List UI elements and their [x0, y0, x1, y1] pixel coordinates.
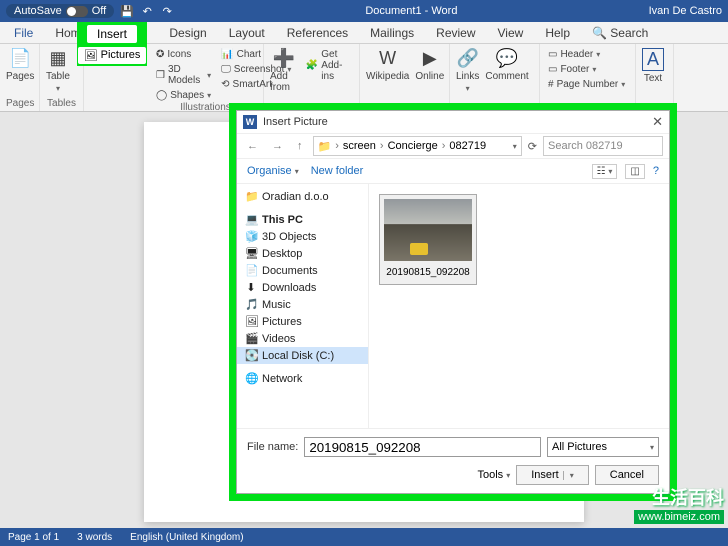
- preview-pane-button[interactable]: ◫: [625, 164, 644, 179]
- autosave-toggle[interactable]: AutoSave Off: [6, 4, 114, 18]
- textbox-button[interactable]: AText: [642, 48, 664, 84]
- tab-review[interactable]: Review: [426, 23, 485, 43]
- status-language[interactable]: English (United Kingdom): [130, 532, 243, 543]
- user-name[interactable]: Ivan De Castro: [649, 5, 722, 17]
- status-bar: Page 1 of 1 3 words English (United King…: [0, 528, 728, 546]
- shapes-button[interactable]: ◯ Shapes ▾: [154, 89, 213, 102]
- cancel-button[interactable]: Cancel: [595, 465, 659, 485]
- address-bar[interactable]: 📁 › screen › Concierge › 082719 ▾: [313, 136, 522, 156]
- thumbnail-image: [384, 199, 472, 261]
- page-number-button[interactable]: # Page Number ▾: [546, 78, 627, 91]
- status-word-count[interactable]: 3 words: [77, 532, 112, 543]
- autosave-label: AutoSave: [14, 5, 62, 17]
- autosave-state: Off: [92, 5, 106, 17]
- pages-button[interactable]: 📄Pages: [6, 48, 34, 82]
- 3d-models-button[interactable]: ❒ 3D Models ▾: [154, 63, 213, 87]
- search-input[interactable]: Search 082719: [543, 136, 663, 156]
- pictures-label: Pictures: [101, 49, 141, 61]
- instruction-highlight: Insert 🖼 Pictures: [77, 22, 147, 66]
- highlighted-pictures-button[interactable]: 🖼 Pictures: [78, 47, 147, 64]
- tab-view[interactable]: View: [488, 23, 534, 43]
- crumb-082719[interactable]: 082719: [449, 140, 486, 152]
- nav-item-network[interactable]: 🌐Network: [237, 370, 368, 387]
- tab-references[interactable]: References: [277, 23, 358, 43]
- dialog-highlight-border: W Insert Picture ✕ ← → ↑ 📁 › screen › Co…: [229, 103, 677, 501]
- search-label: Search: [610, 26, 648, 40]
- nav-item-downloads[interactable]: ⬇Downloads: [237, 279, 368, 296]
- get-addins-button[interactable]: 🧩 Get Add-ins: [304, 48, 353, 83]
- help-icon[interactable]: ?: [653, 165, 659, 177]
- navigation-pane: 📁Oradian d.o.o 💻This PC 🧊3D Objects 🖥Des…: [237, 184, 369, 428]
- nav-item-desktop[interactable]: 🖥Desktop: [237, 245, 368, 262]
- nav-item-this-pc[interactable]: 💻This PC: [237, 211, 368, 228]
- window-title: Document1 - Word: [174, 5, 648, 17]
- dialog-title: Insert Picture: [263, 116, 328, 128]
- redo-icon[interactable]: ↷: [160, 4, 174, 18]
- nav-item-pictures[interactable]: 🖼Pictures: [237, 313, 368, 330]
- nav-forward-icon[interactable]: →: [268, 138, 287, 154]
- file-thumbnail[interactable]: 20190815_092208: [379, 194, 477, 285]
- tab-file[interactable]: File: [4, 23, 43, 43]
- nav-item-3d-objects[interactable]: 🧊3D Objects: [237, 228, 368, 245]
- organise-menu[interactable]: Organise ▾: [247, 165, 299, 177]
- links-button[interactable]: 🔗Links▾: [456, 48, 479, 93]
- file-list[interactable]: 20190815_092208: [369, 184, 669, 428]
- close-icon[interactable]: ✕: [652, 114, 663, 130]
- status-page[interactable]: Page 1 of 1: [8, 532, 59, 543]
- nav-back-icon[interactable]: ←: [243, 138, 262, 154]
- file-filter-select[interactable]: All Pictures▾: [547, 437, 659, 457]
- tools-menu[interactable]: Tools ▾: [477, 469, 510, 481]
- nav-item-local-disk[interactable]: 💽Local Disk (C:): [237, 347, 368, 364]
- folder-icon: 📁: [318, 140, 332, 153]
- nav-item-videos[interactable]: 🎬Videos: [237, 330, 368, 347]
- watermark: 生活百科 www.bimeiz.com: [634, 484, 724, 524]
- crumb-screen[interactable]: screen: [343, 140, 376, 152]
- comment-button[interactable]: 💬Comment: [485, 48, 528, 93]
- nav-item-oradian[interactable]: 📁Oradian d.o.o: [237, 188, 368, 205]
- crumb-concierge[interactable]: Concierge: [388, 140, 438, 152]
- group-tables-label: Tables: [46, 98, 77, 109]
- tab-layout[interactable]: Layout: [219, 23, 275, 43]
- tab-help[interactable]: Help: [535, 23, 580, 43]
- new-folder-button[interactable]: New folder: [311, 165, 364, 177]
- thumbnail-caption: 20190815_092208: [380, 265, 476, 284]
- insert-button[interactable]: Insert▾: [516, 465, 589, 485]
- footer-button[interactable]: ▭ Footer ▾: [546, 63, 627, 76]
- filename-input[interactable]: [304, 437, 541, 457]
- address-dropdown-icon[interactable]: ▾: [513, 142, 517, 151]
- word-file-icon: W: [243, 115, 257, 129]
- add-from-button[interactable]: ➕Add from: [270, 48, 298, 93]
- online-video-button[interactable]: ▶Online: [415, 48, 444, 82]
- nav-item-music[interactable]: 🎵Music: [237, 296, 368, 313]
- tab-search[interactable]: 🔍 Search: [582, 23, 658, 43]
- view-mode-button[interactable]: ☷ ▾: [592, 164, 618, 179]
- watermark-text: 生活百科: [634, 484, 724, 510]
- save-icon[interactable]: 💾: [120, 4, 134, 18]
- toggle-icon: [66, 6, 88, 17]
- highlighted-insert-tab[interactable]: Insert: [87, 25, 137, 43]
- insert-picture-dialog: W Insert Picture ✕ ← → ↑ 📁 › screen › Co…: [236, 110, 670, 494]
- app-titlebar: AutoSave Off 💾 ↶ ↷ Document1 - Word Ivan…: [0, 0, 728, 22]
- header-button[interactable]: ▭ Header ▾: [546, 48, 627, 61]
- wikipedia-button[interactable]: WWikipedia: [366, 48, 409, 82]
- group-pages-label: Pages: [6, 98, 33, 109]
- icons-button[interactable]: ✪ Icons: [154, 48, 213, 61]
- watermark-url: www.bimeiz.com: [634, 510, 724, 524]
- tab-design[interactable]: Design: [159, 23, 216, 43]
- filename-label: File name:: [247, 441, 298, 453]
- picture-icon: 🖼: [84, 49, 98, 62]
- refresh-icon[interactable]: ⟳: [528, 140, 537, 153]
- undo-icon[interactable]: ↶: [140, 4, 154, 18]
- nav-item-documents[interactable]: 📄Documents: [237, 262, 368, 279]
- nav-up-icon[interactable]: ↑: [293, 138, 307, 154]
- table-button[interactable]: ▦Table▾: [46, 48, 70, 93]
- tab-mailings[interactable]: Mailings: [360, 23, 424, 43]
